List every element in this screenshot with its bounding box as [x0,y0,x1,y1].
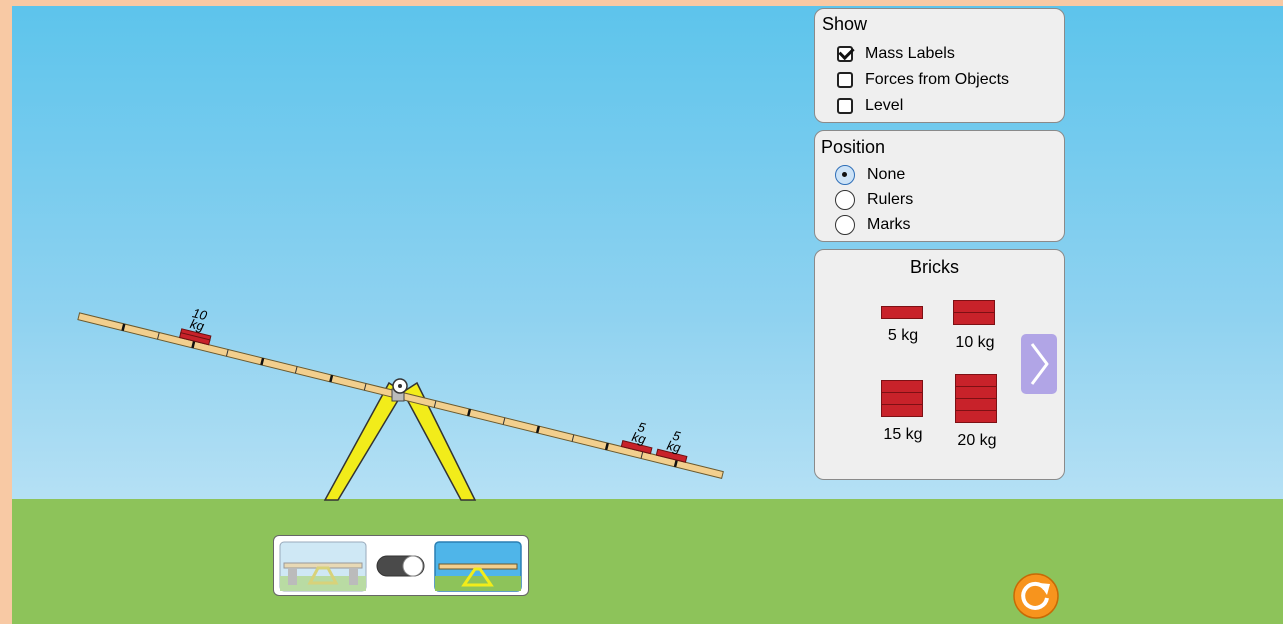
position-none-label: None [867,166,906,183]
forces-from-objects-checkbox[interactable]: Forces from Objects [837,71,1009,89]
chevron-right-icon [1030,343,1049,385]
level-label: Level [865,97,904,114]
toggle-switch[interactable] [376,555,425,577]
reset-button[interactable] [1007,572,1065,620]
position-none-radio[interactable]: None [835,165,905,185]
plank-brick-5kg-2[interactable]: 5 kg [655,425,693,463]
forces-from-objects-label: Forces from Objects [865,71,1010,88]
checkbox-icon [837,98,853,114]
simulation-stage: 10 kg 5 kg 5 kg Show Mass Labels Forces … [12,6,1283,624]
mass-labels-checkbox[interactable]: Mass Labels [837,45,955,63]
reset-icon [1013,573,1059,619]
level-checkbox[interactable]: Level [837,97,903,115]
next-bricks-button[interactable] [1021,334,1057,394]
position-panel-title: Position [821,137,886,157]
mass-labels-label: Mass Labels [865,45,955,62]
supports-icon[interactable] [279,541,367,592]
brick-5kg[interactable] [881,306,923,319]
bricks-panel-title: Bricks [910,257,959,277]
plank[interactable]: 10 kg 5 kg 5 kg [77,279,732,479]
brick-20kg[interactable] [955,374,997,423]
position-rulers-label: Rulers [867,191,914,208]
radio-icon [835,215,855,235]
radio-selected-icon [835,165,855,185]
plank-brick-10kg[interactable]: 10 kg [178,304,218,346]
brick-10kg[interactable] [953,300,995,325]
brick-15kg[interactable] [881,380,923,417]
position-panel: Position None Rulers Marks [814,130,1065,242]
supports-toggle-graphics [279,541,522,592]
supports-toggle [273,535,529,596]
position-marks-radio[interactable]: Marks [835,215,911,235]
checkbox-checked-icon [837,46,853,62]
brick-20kg-label: 20 kg [957,432,997,449]
radio-icon [835,190,855,210]
no-supports-icon[interactable] [434,541,522,592]
show-panel-title: Show [822,14,868,34]
brick-5kg-label: 5 kg [887,327,919,344]
checkbox-icon [837,72,853,88]
plank-brick-5kg-1[interactable]: 5 kg [620,416,658,455]
position-marks-label: Marks [867,216,911,233]
show-panel: Show Mass Labels Forces from Objects Lev… [814,8,1065,123]
brick-10kg-label: 10 kg [955,334,995,351]
balance-scene: 10 kg 5 kg 5 kg [77,279,732,501]
brick-15kg-label: 15 kg [883,426,923,443]
position-rulers-radio[interactable]: Rulers [835,190,913,210]
fulcrum-left-leg [323,381,405,501]
